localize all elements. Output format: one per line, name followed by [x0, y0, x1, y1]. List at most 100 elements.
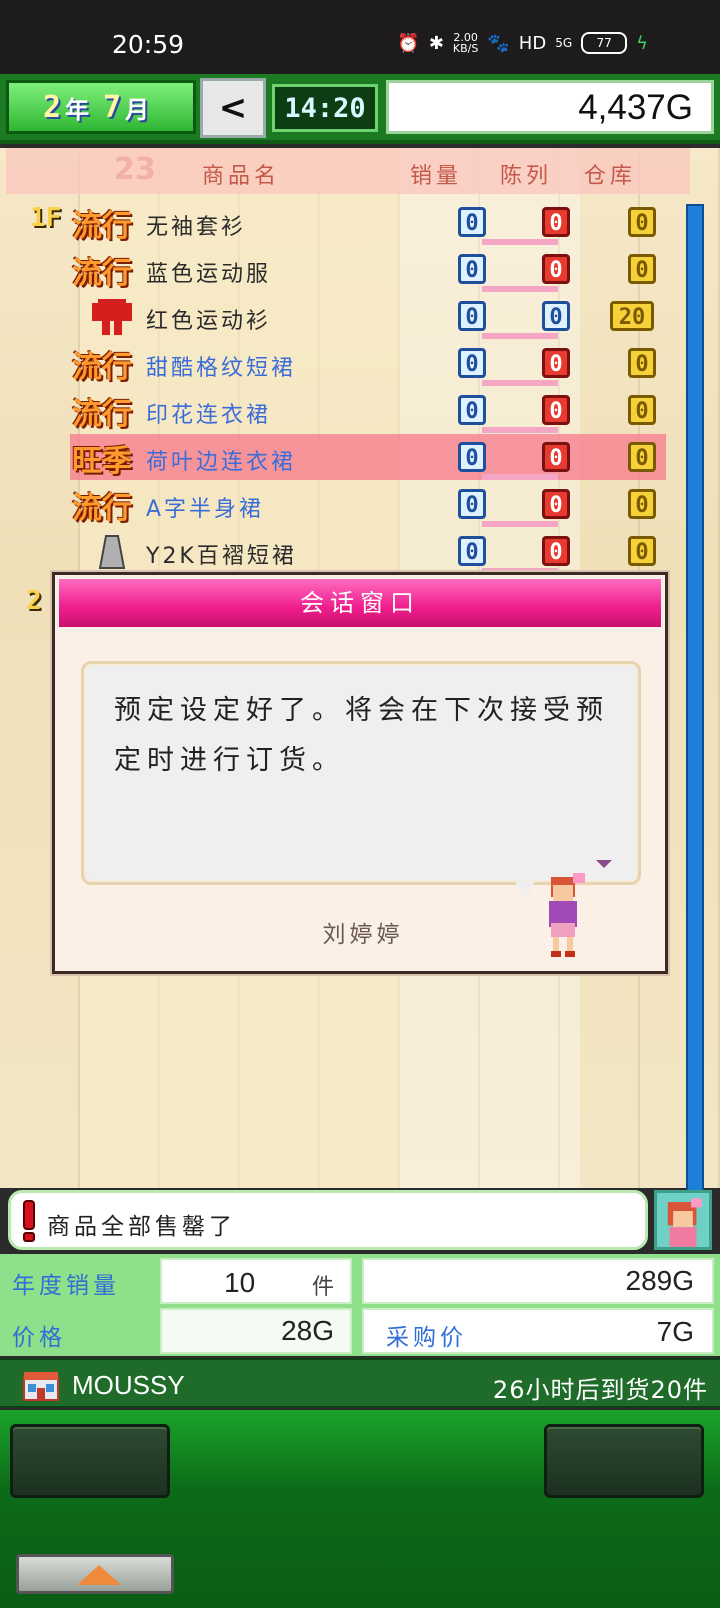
product-name: 蓝色运动服 — [146, 262, 272, 287]
stock-count: 0 — [628, 536, 656, 566]
display-count[interactable]: 0 — [542, 536, 570, 566]
product-name: A字半身裙 — [146, 497, 265, 522]
clothing-icon — [90, 295, 134, 337]
trend-tag: 流行 — [72, 397, 132, 432]
product-row[interactable]: 流行 A字半身裙 0 0 0 — [70, 481, 666, 527]
annual-sales-count-cell: 10 件 — [160, 1258, 352, 1304]
sold-count: 0 — [458, 395, 486, 425]
product-row[interactable]: 红色运动衫 0 0 20 — [70, 293, 666, 339]
trend-tag: 流行 — [72, 209, 132, 244]
year-unit: 年 — [65, 95, 89, 124]
product-row[interactable]: Y2K百褶短裙 0 0 0 — [70, 528, 666, 574]
sold-count: 0 — [458, 207, 486, 237]
trend-tag: 旺季 — [72, 444, 132, 479]
clock-arrow: < — [218, 88, 248, 128]
shop-icon — [23, 1372, 59, 1401]
price-value[interactable]: 28G — [160, 1308, 352, 1354]
display-count[interactable]: 0 — [542, 489, 570, 519]
display-count[interactable]: 0 — [542, 301, 570, 331]
dialog-message: 预定设定好了。将会在下次接受预定时进行订货。 — [114, 695, 609, 776]
status-bar: 20:59 ⏰ ✱ 2.00 KB/S 🐾 HD 5G 77 ϟ — [0, 0, 720, 74]
hd-icon: HD — [518, 32, 547, 54]
news-ticker[interactable]: 商品全部售罄了 — [8, 1190, 648, 1250]
product-row[interactable]: 流行 蓝色运动服 0 0 0 — [70, 246, 666, 292]
annual-sales-label: 年度销量 — [12, 1273, 120, 1299]
product-row[interactable]: 流行 印花连衣裙 0 0 0 — [70, 387, 666, 433]
display-count[interactable]: 0 — [542, 254, 570, 284]
product-name: Y2K百褶短裙 — [146, 544, 297, 569]
signal-icon: 5G — [555, 36, 573, 50]
display-count[interactable]: 0 — [542, 442, 570, 472]
clock-icon[interactable]: < — [200, 78, 266, 138]
display-count[interactable]: 0 — [542, 207, 570, 237]
charging-icon: ϟ — [636, 32, 648, 54]
stock-count: 0 — [628, 395, 656, 425]
display-bar — [482, 333, 558, 339]
speech-bubble[interactable]: 预定设定好了。将会在下次接受预定时进行订货。 — [81, 661, 641, 885]
header-stock: 仓库 — [584, 164, 637, 189]
next-arrow-icon — [596, 860, 612, 868]
annual-sales-count: 10 — [224, 1267, 256, 1298]
bubble-tail — [515, 881, 535, 901]
expand-button[interactable] — [16, 1554, 174, 1594]
alarm-icon: ⏰ — [397, 32, 420, 54]
purchase-price-value: 7G — [656, 1316, 694, 1347]
display-bar — [482, 474, 558, 480]
clothing-icon — [90, 530, 134, 572]
delivery-status: 26小时后到货20件 — [492, 1376, 708, 1404]
battery-icon: 77 — [581, 32, 628, 54]
month-number: 7 — [103, 89, 122, 125]
stock-count: 0 — [628, 442, 656, 472]
sold-count: 0 — [458, 442, 486, 472]
display-bar — [482, 380, 558, 386]
app-icon: 🐾 — [487, 32, 510, 54]
conversation-dialog[interactable]: 会话窗口 预定设定好了。将会在下次接受预定时进行订货。 刘婷婷 — [52, 572, 668, 974]
net-speed: 2.00 KB/S — [453, 32, 478, 54]
product-name: 甜酷格纹短裙 — [146, 356, 297, 381]
product-name: 印花连衣裙 — [146, 403, 272, 428]
trend-tag: 流行 — [72, 491, 132, 526]
stock-count: 0 — [628, 348, 656, 378]
product-stats: 年度销量 10 件 289G 价格 28G 采购价 7G — [0, 1254, 720, 1356]
display-bar — [482, 521, 558, 527]
sold-count: 0 — [458, 254, 486, 284]
product-table-header: 23 商品名 销量 陈列 仓库 — [6, 148, 690, 194]
money-display: 4,437G — [386, 80, 714, 134]
header-sold: 销量 — [410, 164, 463, 189]
game-hud: 2 年 7 月 < 14:20 4,437G — [0, 74, 720, 144]
game-time: 14:20 — [272, 84, 378, 132]
annual-sales-unit: 件 — [312, 1275, 335, 1300]
header-name: 商品名 — [202, 164, 281, 189]
display-bar — [482, 239, 558, 245]
up-arrow-icon — [77, 1565, 121, 1585]
list-scrollbar[interactable] — [686, 204, 704, 1194]
status-icons: ⏰ ✱ 2.00 KB/S 🐾 HD 5G 77 ϟ — [397, 32, 648, 54]
product-row[interactable]: 流行 无袖套衫 0 0 0 — [70, 199, 666, 245]
advisor-avatar[interactable] — [654, 1190, 712, 1250]
right-action-button[interactable] — [544, 1424, 704, 1498]
product-name: 荷叶边连衣裙 — [146, 450, 297, 475]
sold-count: 0 — [458, 348, 486, 378]
ticker-text: 商品全部售罄了 — [47, 1214, 236, 1240]
product-name: 无袖套衫 — [146, 215, 247, 240]
trend-tag: 流行 — [72, 256, 132, 291]
display-count[interactable]: 0 — [542, 395, 570, 425]
left-action-button[interactable] — [10, 1424, 170, 1498]
display-count[interactable]: 0 — [542, 348, 570, 378]
purchase-price-cell: 采购价 7G — [362, 1308, 714, 1354]
status-time: 20:59 — [112, 30, 185, 59]
display-bar — [482, 427, 558, 433]
stock-count: 0 — [628, 254, 656, 284]
calendar-date[interactable]: 2 年 7 月 — [6, 80, 196, 134]
bluetooth-icon: ✱ — [428, 32, 444, 54]
sold-count: 0 — [458, 489, 486, 519]
sold-count: 0 — [458, 301, 486, 331]
header-display: 陈列 — [500, 164, 553, 189]
supplier-bar: MOUSSY 26小时后到货20件 — [0, 1358, 720, 1408]
floor-label-1f: 1F — [30, 203, 62, 233]
net-speed-unit: KB/S — [452, 42, 479, 55]
product-row[interactable]: 旺季 荷叶边连衣裙 0 0 0 — [70, 434, 666, 480]
header-badge: 23 — [114, 152, 156, 187]
sold-count: 0 — [458, 536, 486, 566]
product-row[interactable]: 流行 甜酷格纹短裙 0 0 0 — [70, 340, 666, 386]
